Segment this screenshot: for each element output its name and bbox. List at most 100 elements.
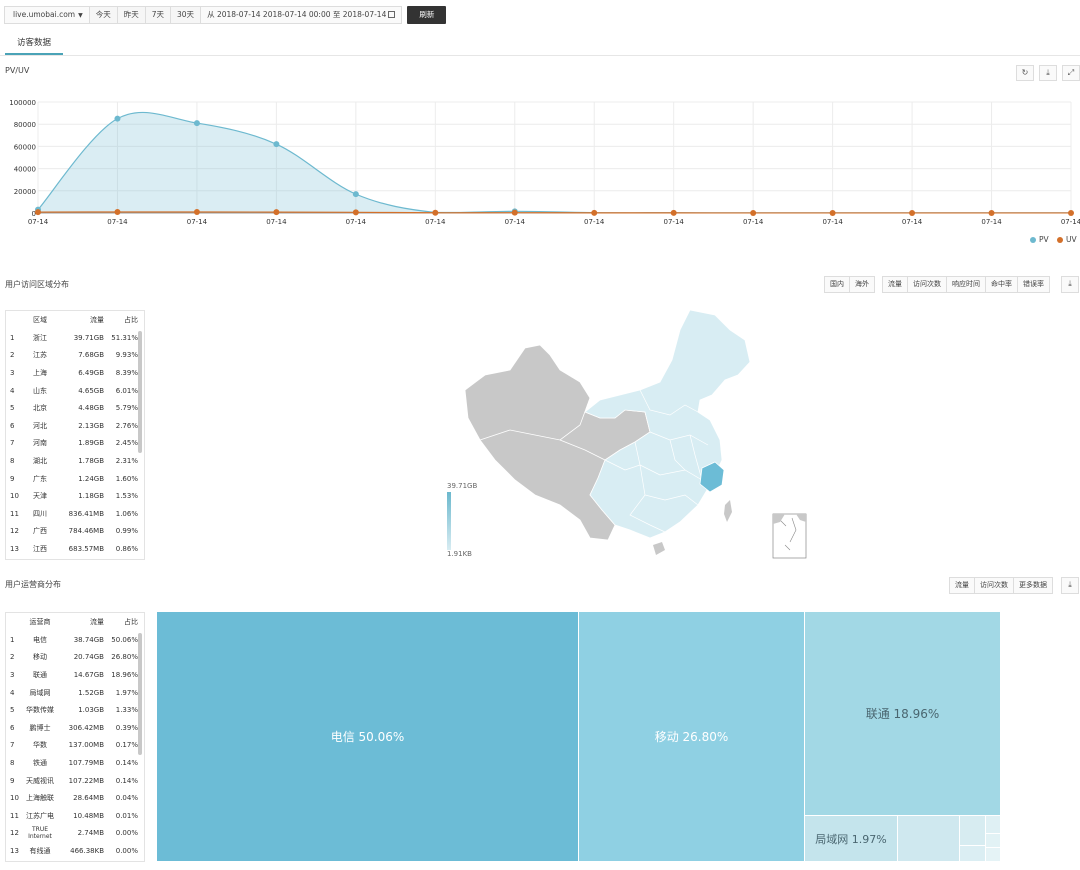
thirty-days-button[interactable]: 30天 [170,6,202,24]
tab-isp-traffic[interactable]: 流量 [949,577,975,594]
uv-point [432,209,439,216]
table-row[interactable]: 10 上海触联 28.64MB 0.04% [6,789,144,807]
row-rank: 6 [10,421,15,430]
table-row[interactable]: 13 江西 683.57MB 0.86% [6,540,144,558]
row-rank: 8 [10,758,15,767]
tab-hit-rate[interactable]: 命中率 [985,276,1018,293]
table-row[interactable]: 6 鹏博士 306.42MB 0.39% [6,719,144,737]
table-row[interactable]: 3 上海 6.49GB 8.39% [6,364,144,382]
row-name: 移动 [33,653,47,662]
refresh-button[interactable]: 刷新 [407,6,447,24]
table-row[interactable]: 11 四川 836.41MB 1.06% [6,505,144,523]
treemap-unicom[interactable]: 联通 18.96% [805,612,1001,816]
table-row[interactable]: 1 电信 38.74GB 50.06% [6,631,144,649]
table-row[interactable]: 5 华数传媒 1.03GB 1.33% [6,701,144,719]
table-row[interactable]: 12 广西 784.46MB 0.99% [6,523,144,541]
table-row[interactable]: 13 有线通 466.38KB 0.00% [6,842,144,860]
x-tick-label: 07-14 [981,218,1002,226]
table-row[interactable]: 9 广东 1.24GB 1.60% [6,470,144,488]
tab-isp-more[interactable]: 更多数据 [1013,577,1053,594]
pv-point [273,141,280,148]
tab-traffic[interactable]: 流量 [882,276,908,293]
scrollbar[interactable] [138,633,142,755]
row-name: 江苏 [33,351,47,360]
row-share: 50.06% [111,635,138,644]
map-legend-min: 1.91KB [447,550,472,558]
treemap-small-block[interactable] [986,816,1001,834]
tab-visits[interactable]: 访问次数 [907,276,947,293]
treemap-small-block[interactable] [986,848,1001,862]
map-region-hainan[interactable] [653,542,665,555]
tab-response-time[interactable]: 响应时间 [946,276,986,293]
pv-point [352,191,359,198]
table-row[interactable]: 2 移动 20.74GB 26.80% [6,649,144,667]
x-tick-label: 07-14 [505,218,526,226]
today-button[interactable]: 今天 [88,6,118,24]
row-rank: 11 [10,509,19,518]
region-download-icon[interactable]: ⤓ [1061,276,1079,293]
treemap-mobile[interactable]: 移动 26.80% [579,612,805,862]
table-row[interactable]: 12 TRUE Internet 2.74MB 0.00% [6,825,144,843]
treemap-small-block[interactable] [898,816,960,862]
map-legend-scale[interactable] [447,492,451,550]
row-traffic: 784.46MB [68,527,104,536]
row-name: 浙江 [33,333,47,342]
header-region: 区域 [33,316,47,324]
table-row[interactable]: 7 河南 1.89GB 2.45% [6,435,144,453]
row-traffic: 10.48MB [73,811,104,820]
treemap-small-block[interactable] [960,846,986,862]
region-metric-tabs: 流量 访问次数 响应时间 命中率 错误率 [882,276,1050,293]
uv-point [591,209,598,216]
table-row[interactable]: 8 湖北 1.78GB 2.31% [6,452,144,470]
uv-point [829,209,836,216]
x-tick-label: 07-14 [822,218,843,226]
x-tick-label: 07-14 [266,218,287,226]
scrollbar[interactable] [138,331,142,453]
tab-domestic[interactable]: 国内 [824,276,850,293]
domain-select-label: live.umobai.com [13,10,76,19]
table-row[interactable]: 6 河北 2.13GB 2.76% [6,417,144,435]
treemap-lan[interactable]: 局域网 1.97% [805,816,898,862]
row-rank: 5 [10,706,15,715]
table-row[interactable]: 1 浙江 39.71GB 51.31% [6,329,144,347]
table-row[interactable]: 8 铁通 107.79MB 0.14% [6,754,144,772]
yesterday-button[interactable]: 昨天 [116,6,146,24]
table-row[interactable]: 4 局域网 1.52GB 1.97% [6,684,144,702]
tab-overseas[interactable]: 海外 [849,276,875,293]
pv-uv-title: PV/UV [5,66,30,75]
table-row[interactable]: 7 华数 137.00MB 0.17% [6,737,144,755]
table-row[interactable]: 10 天津 1.18GB 1.53% [6,487,144,505]
pv-uv-chart: 10000080000600004000020000007-14 07-14 07-… [9,99,1080,226]
row-name: 天津 [33,492,47,501]
domain-select[interactable]: live.umobai.com ▼ [4,6,90,24]
tab-error-rate[interactable]: 错误率 [1017,276,1050,293]
seven-days-button[interactable]: 7天 [144,6,172,24]
isp-download-icon[interactable]: ⤓ [1061,577,1079,594]
table-row[interactable]: 5 北京 4.48GB 5.79% [6,399,144,417]
row-name: 有线通 [29,846,51,855]
date-range-picker[interactable]: 从 2018-07-14 2018-07-14 00:00 至 2018-07-… [200,6,403,24]
legend-pv[interactable]: PV [1030,235,1049,244]
treemap-telecom[interactable]: 电信 50.06% [157,612,579,862]
legend-uv[interactable]: UV [1057,235,1077,244]
table-row[interactable]: 3 联通 14.67GB 18.96% [6,666,144,684]
row-rank: 9 [10,474,15,483]
expand-icon[interactable]: ⤢ [1062,65,1080,81]
map-region-taiwan[interactable] [724,500,732,522]
table-row[interactable]: 9 天威视讯 107.22MB 0.14% [6,772,144,790]
row-rank: 4 [10,386,15,395]
tab-isp-visits[interactable]: 访问次数 [974,577,1014,594]
treemap-small-block[interactable] [960,816,986,846]
table-row[interactable]: 11 江苏广电 10.48MB 0.01% [6,807,144,825]
refresh-icon[interactable]: ↻ [1016,65,1034,81]
pv-area [38,112,1071,213]
x-tick-label: 07-14 [187,218,208,226]
table-row[interactable]: 4 山东 4.65GB 6.01% [6,382,144,400]
treemap-small-block[interactable] [986,834,1001,848]
download-icon[interactable]: ⤓ [1039,65,1057,81]
region-scope-tabs: 国内 海外 [824,276,875,293]
pv-point [193,120,200,127]
table-row[interactable]: 2 江苏 7.68GB 9.93% [6,347,144,365]
tab-visitor-data[interactable]: 访客数据 [5,36,63,55]
row-name: 江西 [33,544,47,553]
